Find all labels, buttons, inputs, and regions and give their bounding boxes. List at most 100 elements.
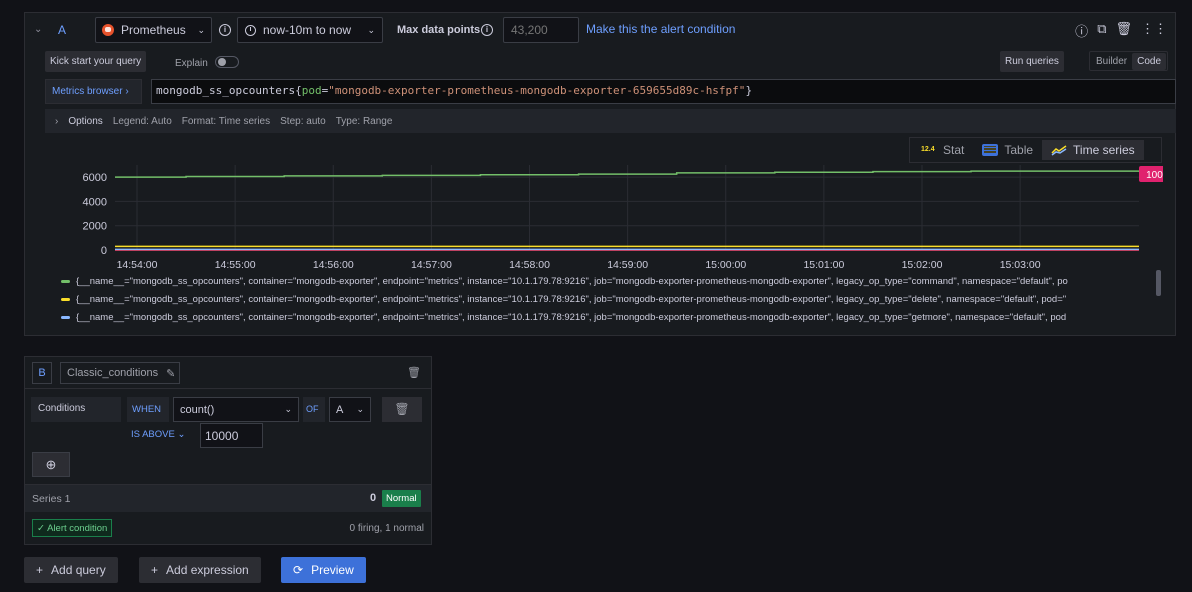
firing-summary: 0 firing, 1 normal [349, 523, 424, 534]
max-data-points-input[interactable] [503, 17, 579, 43]
reducer-select[interactable]: count() ⌄ [173, 397, 299, 422]
make-alert-condition-link[interactable]: Make this the alert condition [586, 22, 735, 36]
query-a-header: ⌄ A Prometheus ⌄ i now-10m to now ⌄ Max … [25, 13, 1175, 47]
conditions-label: Conditions [31, 397, 121, 422]
visualization-tabs: 12.4 Stat Table Time series [909, 137, 1162, 163]
time-series-icon [1051, 145, 1067, 156]
expression-letter: B [32, 362, 52, 384]
drag-handle-icon[interactable]: ⋮⋮ [1141, 21, 1167, 40]
expression-name-field[interactable]: Classic_conditions ✎ [60, 362, 180, 384]
query-toolbar: Kick start your query Explain Run querie… [25, 51, 1175, 75]
chevron-right-icon: › [55, 115, 59, 127]
preview-button[interactable]: ⟳ Preview [281, 557, 366, 583]
plus-icon: + [36, 563, 44, 577]
reducer-value: count() [180, 403, 215, 416]
query-header-actions: ⓘ ⧉ 🗑 ⋮⋮ [1075, 21, 1167, 40]
promql-query-editor[interactable]: mongodb_ss_opcounters{pod="mongodb-expor… [151, 79, 1176, 104]
mode-builder-option[interactable]: Builder [1091, 53, 1132, 70]
series-line [115, 170, 1139, 178]
stat-icon: 12.4 [921, 146, 935, 153]
alert-condition-label: Alert condition [47, 523, 108, 534]
y-tick-label: 6000 [83, 172, 107, 184]
legend-swatch [61, 315, 70, 319]
mode-code-option[interactable]: Code [1132, 52, 1167, 70]
x-tick-label: 14:58:00 [509, 259, 550, 271]
trash-icon[interactable]: 🗑 [407, 366, 421, 379]
time-range-select[interactable]: now-10m to now ⌄ [237, 17, 383, 43]
chevron-right-icon: › [125, 86, 129, 97]
duplicate-icon[interactable]: ⧉ [1097, 21, 1106, 40]
metrics-browser-label: Metrics browser [52, 86, 123, 97]
series-name: Series 1 [32, 493, 71, 505]
vis-tab-stat[interactable]: 12.4 Stat [912, 140, 973, 160]
x-tick-label: 15:02:00 [902, 259, 943, 271]
max-data-points-info-icon[interactable]: i [481, 24, 493, 36]
vis-tab-time-series[interactable]: Time series [1042, 140, 1144, 160]
options-label: Options [68, 115, 103, 127]
legend-label: {__name__="mongodb_ss_opcounters", conta… [76, 293, 1067, 305]
vis-tab-table[interactable]: Table [973, 140, 1042, 160]
vis-tab-label: Table [1004, 143, 1034, 157]
status-badge: Normal [382, 490, 421, 507]
time-range-value: now-10m to now [263, 23, 352, 37]
evaluator-select[interactable]: IS ABOVE ⌄ [127, 425, 197, 447]
query-a-panel: ⌄ A Prometheus ⌄ i now-10m to now ⌄ Max … [24, 12, 1176, 336]
delete-condition-button[interactable]: 🗑 [382, 397, 422, 422]
expression-b-header: B Classic_conditions ✎ 🗑 [25, 357, 431, 389]
query-label-value: "mongodb-exporter-prometheus-mongodb-exp… [328, 84, 746, 97]
time-series-chart: 0 2000 4000 6000 14:54:00 14:55:00 14:56:00 14:… [83, 165, 1163, 271]
chevron-down-icon: ⌄ [367, 24, 375, 35]
of-label: OF [303, 397, 325, 422]
options-format: Format: Time series [181, 115, 271, 127]
series-value: 0 [370, 492, 377, 504]
x-tick-label: 15:01:00 [803, 259, 844, 271]
x-tick-label: 14:54:00 [117, 259, 158, 271]
collapse-chevron-icon[interactable]: ⌄ [34, 24, 42, 35]
open-brace: { [295, 84, 302, 97]
legend-item[interactable]: {__name__="mongodb_ss_opcounters", conta… [61, 290, 1161, 308]
threshold-badge-label: 10000 [1146, 170, 1163, 181]
is-above-label: IS ABOVE [131, 429, 175, 440]
legend-scrollbar[interactable] [1156, 270, 1161, 296]
add-condition-button[interactable]: ⊕ [32, 452, 70, 477]
help-icon[interactable]: ⓘ [1075, 21, 1088, 40]
editor-mode-toggle: Builder Code [1089, 51, 1169, 71]
legend-item[interactable]: {__name__="mongodb_ss_opcounters", conta… [61, 308, 1161, 326]
explain-toggle[interactable] [215, 56, 239, 68]
kick-start-button[interactable]: Kick start your query [45, 51, 147, 72]
threshold-input[interactable] [200, 423, 263, 448]
max-data-points-label: Max data points [397, 24, 481, 36]
y-tick-label: 2000 [83, 221, 107, 233]
y-tick-label: 0 [101, 245, 107, 257]
plus-icon: + [151, 563, 159, 577]
metrics-browser-button[interactable]: Metrics browser › [45, 79, 142, 104]
expression-b-panel: B Classic_conditions ✎ 🗑 Conditions WHEN… [24, 356, 432, 545]
x-tick-label: 14:57:00 [411, 259, 452, 271]
query-options-row[interactable]: › Options Legend: Auto Format: Time seri… [45, 109, 1176, 133]
table-icon [982, 144, 999, 156]
query-letter: A [58, 23, 67, 37]
prometheus-logo-icon [102, 24, 114, 36]
query-ref-select[interactable]: A ⌄ [329, 397, 371, 422]
datasource-select[interactable]: Prometheus ⌄ [95, 17, 212, 43]
add-expression-label: Add expression [166, 563, 249, 577]
add-expression-button[interactable]: + Add expression [139, 557, 261, 583]
plus-circle-icon: ⊕ [45, 457, 57, 472]
refresh-icon: ⟳ [293, 563, 304, 577]
metrics-row: Metrics browser › mongodb_ss_opcounters{… [45, 79, 1176, 104]
legend-swatch [61, 279, 70, 283]
query-label-key: pod [301, 84, 322, 97]
datasource-info-icon[interactable]: i [219, 24, 231, 36]
datasource-name: Prometheus [121, 23, 186, 37]
run-queries-button[interactable]: Run queries [1000, 51, 1064, 72]
chart-legend: {__name__="mongodb_ss_opcounters", conta… [61, 272, 1161, 326]
legend-item[interactable]: {__name__="mongodb_ss_opcounters", conta… [61, 272, 1161, 290]
x-tick-label: 15:00:00 [705, 259, 746, 271]
trash-icon[interactable]: 🗑 [1115, 21, 1132, 40]
x-tick-label: 15:03:00 [1000, 259, 1041, 271]
add-query-button[interactable]: + Add query [24, 557, 118, 583]
check-icon: ✓ [37, 523, 45, 534]
legend-label: {__name__="mongodb_ss_opcounters", conta… [76, 311, 1067, 323]
chevron-down-icon: ⌄ [284, 404, 292, 414]
trash-icon: 🗑 [394, 402, 410, 416]
